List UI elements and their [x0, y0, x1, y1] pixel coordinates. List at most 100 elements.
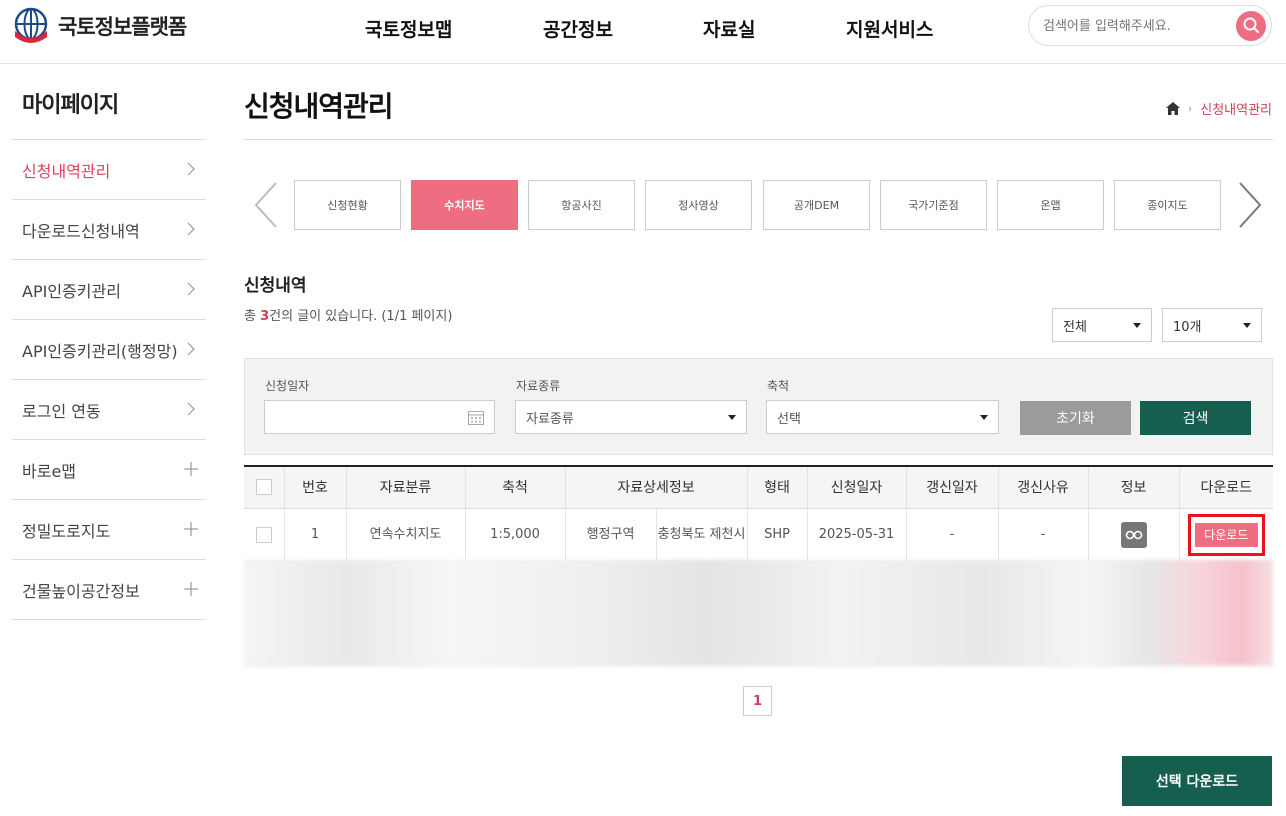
tab-ortho-image[interactable]: 정사영상: [645, 180, 752, 230]
sidebar-item-building-height[interactable]: 건물높이공간정보: [12, 560, 206, 620]
search-submit-button[interactable]: 검색: [1140, 401, 1251, 435]
status-filter-select[interactable]: 전체: [1052, 308, 1152, 342]
reset-button[interactable]: 초기화: [1020, 401, 1131, 435]
sidebar-item-login-link[interactable]: 로그인 연동: [12, 380, 206, 440]
row-select-cell: [244, 508, 284, 562]
nav-item-spatial[interactable]: 공간정보: [543, 15, 613, 42]
caret-down-icon: [728, 415, 736, 420]
bulk-download-button[interactable]: 선택 다운로드: [1122, 756, 1272, 806]
column-header-category: 자료분류: [345, 465, 465, 509]
plus-icon: [184, 462, 198, 476]
row-request-date: 2025-05-31: [806, 508, 906, 562]
data-type-select[interactable]: 자료종류: [515, 400, 747, 434]
chevron-right-icon: [187, 402, 195, 416]
breadcrumb-current[interactable]: 신청내역관리: [1200, 99, 1272, 118]
chevron-right-icon: [187, 282, 195, 296]
request-table: 번호 자료분류 축척 자료상세정보 형태 신청일자 갱신일자 갱신사유 정보 다…: [244, 465, 1273, 562]
row-scale: 1:5,000: [464, 508, 565, 562]
page-title: 신청내역관리: [244, 90, 394, 123]
sidebar-item-label: 다운로드신청내역: [22, 221, 140, 241]
row-update-date: -: [905, 508, 998, 562]
sidebar-title: 마이페이지: [22, 93, 119, 118]
header-search: [1028, 5, 1272, 46]
search-input[interactable]: [1043, 16, 1223, 36]
breadcrumb: › 신청내역관리: [1165, 99, 1272, 118]
row-detail-region-type: 행정구역: [564, 508, 656, 562]
row-detail-region-name: 충청북도 제천시: [655, 508, 747, 562]
date-input[interactable]: [264, 400, 495, 434]
tab-next-arrow-icon[interactable]: [1234, 181, 1264, 229]
search-filter-panel: 신청일자 자료종류 자료종류 축척 선택 초기화 검색: [244, 358, 1273, 455]
chevron-right-icon: [187, 342, 195, 356]
scale-label: 축척: [767, 379, 790, 393]
row-category: 연속수치지도: [345, 508, 465, 562]
column-header-info: 정보: [1087, 465, 1179, 509]
sidebar-item-label: 정밀도로지도: [22, 521, 111, 541]
sidebar-item-label: 바로e맵: [22, 461, 77, 481]
sidebar-item-download-history[interactable]: 다운로드신청내역: [12, 200, 206, 260]
tab-onmap[interactable]: 온맵: [997, 180, 1104, 230]
section-title: 신청내역: [244, 276, 307, 296]
result-count-number: 3: [260, 309, 270, 324]
column-header-request-date: 신청일자: [806, 465, 906, 509]
calendar-icon[interactable]: [468, 410, 484, 425]
info-button[interactable]: [1120, 521, 1147, 548]
sidebar-item-baro-emap[interactable]: 바로e맵: [12, 440, 206, 500]
chevron-right-icon: [187, 222, 195, 236]
top-header: 국토정보플랫폼 국토정보맵 공간정보 자료실 지원서비스: [0, 0, 1286, 64]
select-all-checkbox[interactable]: [255, 479, 272, 496]
sidebar-item-label: API인증키관리(행정망): [22, 341, 178, 361]
column-header-format: 형태: [746, 465, 807, 509]
download-button[interactable]: 다운로드: [1194, 522, 1258, 547]
row-checkbox[interactable]: [255, 526, 272, 543]
table-header-row: 번호 자료분류 축척 자료상세정보 형태 신청일자 갱신일자 갱신사유 정보 다…: [244, 465, 1273, 509]
page-size-select[interactable]: 10개: [1162, 308, 1262, 342]
page-number-current[interactable]: 1: [743, 686, 772, 716]
blurred-rows: [244, 560, 1273, 666]
column-header-download: 다운로드: [1178, 465, 1273, 509]
nav-item-map[interactable]: 국토정보맵: [365, 15, 452, 42]
glasses-icon: [1125, 530, 1142, 539]
download-highlight: 다운로드: [1187, 513, 1265, 556]
chevron-right-icon: [187, 162, 195, 176]
breadcrumb-separator-icon: ›: [1187, 102, 1193, 115]
tab-digital-map[interactable]: 수치지도: [411, 180, 518, 230]
table-row: 1 연속수치지도 1:5,000 행정구역 충청북도 제천시 SHP 2025-…: [244, 508, 1273, 562]
tab-national-control-point[interactable]: 국가기준점: [880, 180, 987, 230]
sidebar-item-label: API인증키관리: [22, 281, 121, 301]
sidebar-item-label: 로그인 연동: [22, 401, 101, 421]
search-icon: [1243, 17, 1260, 34]
tab-aerial-photo[interactable]: 항공사진: [528, 180, 635, 230]
row-info-cell: [1087, 508, 1179, 562]
data-type-label: 자료종류: [516, 379, 561, 393]
row-no: 1: [283, 508, 346, 562]
sidebar-item-precise-road-map[interactable]: 정밀도로지도: [12, 500, 206, 560]
scale-select[interactable]: 선택: [766, 400, 999, 434]
sidebar-item-api-key[interactable]: API인증키관리: [12, 260, 206, 320]
search-button[interactable]: [1236, 11, 1266, 41]
tab-public-dem[interactable]: 공개DEM: [763, 180, 870, 230]
column-header-scale: 축척: [464, 465, 565, 509]
sidebar-item-request-history[interactable]: 신청내역관리: [12, 140, 206, 200]
column-header-detail: 자료상세정보: [564, 465, 747, 509]
row-update-reason: -: [997, 508, 1088, 562]
sidebar-item-label: 신청내역관리: [22, 161, 111, 181]
sidebar-item-api-key-admin[interactable]: API인증키관리(행정망): [12, 320, 206, 380]
home-icon[interactable]: [1165, 102, 1180, 115]
plus-icon: [184, 582, 198, 596]
title-divider: [244, 139, 1273, 140]
nav-item-support[interactable]: 지원서비스: [846, 15, 933, 42]
select-all-cell: [244, 465, 284, 509]
column-header-update-reason: 갱신사유: [997, 465, 1088, 509]
tab-prev-arrow-icon[interactable]: [252, 181, 282, 229]
tab-paper-map[interactable]: 종이지도: [1114, 180, 1221, 230]
column-header-no: 번호: [283, 465, 346, 509]
plus-icon: [184, 522, 198, 536]
sidebar-nav: 신청내역관리 다운로드신청내역 API인증키관리 API인증키관리(행정망) 로…: [12, 139, 206, 620]
tab-request-status[interactable]: 신청현황: [294, 180, 401, 230]
caret-down-icon: [1133, 323, 1141, 328]
nav-item-library[interactable]: 자료실: [703, 15, 755, 42]
row-format: SHP: [746, 508, 807, 562]
column-header-update-date: 갱신일자: [905, 465, 998, 509]
date-label: 신청일자: [265, 379, 310, 393]
